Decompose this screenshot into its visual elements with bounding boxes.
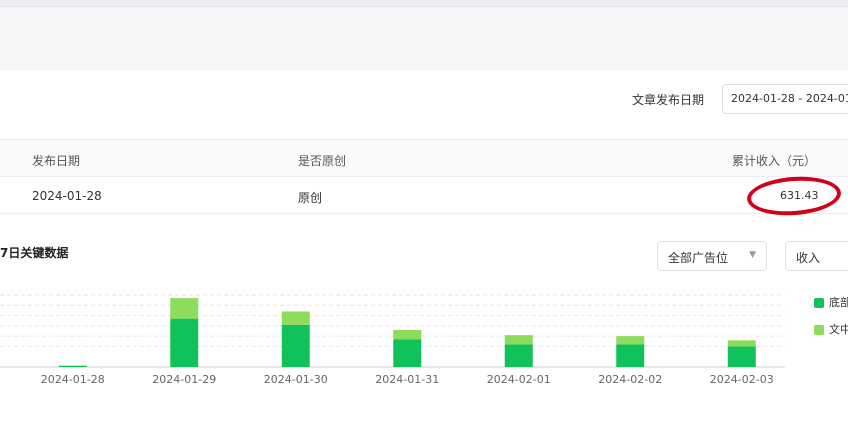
bar-bottom-2024-02-03[interactable]: [727, 346, 756, 367]
x-tick-label: 2024-02-03: [710, 373, 774, 386]
cell-publish-date: 2024-01-28: [32, 189, 102, 203]
table-header-row: [0, 140, 848, 177]
x-tick-label: 2024-01-28: [41, 373, 105, 386]
date-range-picker[interactable]: 2024-01-28 - 2024-01-: [722, 84, 848, 114]
bar-bottom-2024-01-29[interactable]: [170, 318, 199, 367]
metric-select-value: 收入: [796, 251, 821, 265]
ad-position-select[interactable]: 全部广告位 ▼: [657, 241, 767, 271]
bar-bottom-2024-01-30[interactable]: [281, 324, 310, 367]
date-filter-label: 文章发布日期: [632, 93, 705, 107]
column-header-income: 累计收入（元）: [732, 154, 817, 168]
x-tick-label: 2024-01-29: [152, 373, 216, 386]
chevron-down-icon: ▼: [749, 250, 756, 260]
bar-middle-2024-01-28[interactable]: [58, 365, 87, 366]
bar-bottom-2024-01-28[interactable]: [58, 365, 87, 367]
legend-item-bottom[interactable]: 底部: [814, 294, 848, 310]
header-band: [0, 7, 848, 70]
bar-bottom-2024-01-31[interactable]: [393, 339, 422, 367]
bar-middle-2024-02-02[interactable]: [616, 336, 645, 345]
legend-swatch-middle: [814, 325, 824, 335]
metric-select[interactable]: 收入: [785, 241, 848, 271]
bar-bottom-2024-02-02[interactable]: [616, 344, 645, 367]
bar-middle-2024-02-03[interactable]: [727, 340, 756, 347]
x-tick-label: 2024-01-31: [375, 373, 439, 386]
x-tick-label: 2024-02-01: [487, 373, 551, 386]
income-bar-chart: 2024-01-28 2024-01-29 2024-01-30 2024-01-31…: [0, 294, 785, 386]
column-header-original: 是否原创: [298, 154, 347, 168]
bar-middle-2024-01-31[interactable]: [393, 329, 422, 340]
top-bar: [0, 0, 848, 7]
section-title: 7日关键数据: [0, 246, 69, 260]
ad-position-select-value: 全部广告位: [668, 251, 729, 265]
column-header-publish-date: 发布日期: [32, 154, 81, 168]
bar-middle-2024-01-30[interactable]: [281, 311, 310, 325]
x-tick-label: 2024-02-02: [598, 373, 662, 386]
cell-original: 原创: [298, 191, 323, 205]
bar-middle-2024-02-01[interactable]: [504, 335, 533, 345]
x-tick-label: 2024-01-30: [264, 373, 328, 386]
legend-label-bottom: 底部: [829, 296, 848, 309]
legend-label-middle: 文中: [829, 323, 848, 336]
table-row-border: [0, 213, 848, 214]
legend-item-middle[interactable]: 文中: [814, 321, 848, 337]
bar-bottom-2024-02-01[interactable]: [504, 344, 533, 367]
legend-swatch-bottom: [814, 298, 824, 308]
bar-middle-2024-01-29[interactable]: [170, 298, 199, 319]
